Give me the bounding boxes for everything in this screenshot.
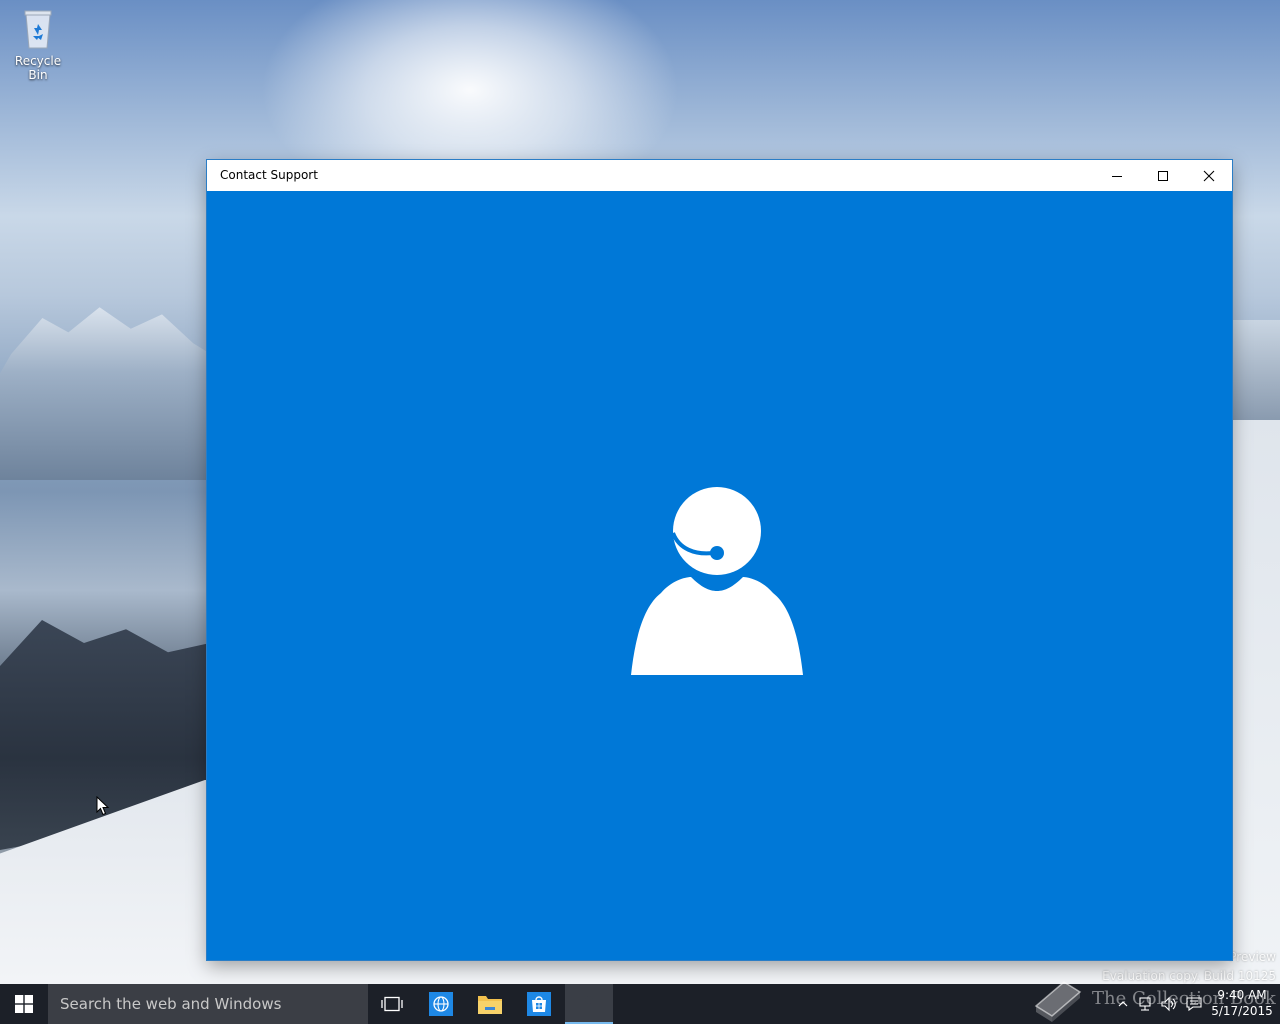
folder-icon (478, 996, 502, 1014)
splash-screen (207, 191, 1232, 960)
recycle-bin-icon (24, 10, 52, 49)
support-icon (585, 996, 593, 1004)
snow-right (1232, 420, 1280, 984)
close-button[interactable] (1186, 160, 1232, 191)
maximize-icon (1158, 170, 1168, 181)
contact-support-window[interactable]: Contact Support (207, 160, 1232, 960)
search-box[interactable]: Search the web and Windows (48, 984, 368, 1024)
mountain-range (0, 307, 240, 480)
taskbar-store[interactable] (515, 984, 563, 1024)
close-icon (1203, 170, 1215, 181)
book-logo-icon (1034, 981, 1082, 1022)
volume-icon (1161, 996, 1176, 1012)
minimize-button[interactable] (1094, 160, 1140, 191)
watermark-line-build: Evaluation copy. Build 10125 (1102, 969, 1276, 983)
desktop-icon-recycle-bin[interactable]: Recycle Bin (4, 8, 72, 82)
chevron-up-icon (1118, 1001, 1128, 1007)
taskbar: Search the web and Windows (0, 984, 1280, 1024)
maximize-button[interactable] (1140, 160, 1186, 191)
clock-time: 9:40 AM (1217, 988, 1267, 1002)
support-agent-headset-icon (631, 487, 803, 675)
taskbar-contact-support[interactable] (565, 984, 613, 1024)
search-placeholder: Search the web and Windows (60, 995, 282, 1013)
task-view-icon (381, 996, 403, 1012)
tray-network[interactable] (1135, 992, 1157, 1016)
store-bag-icon (527, 992, 551, 1016)
taskbar-clock[interactable]: 9:40 AM 5/17/2015 (1210, 987, 1274, 1019)
action-center-icon (1186, 997, 1202, 1012)
desktop-icon-label: Recycle Bin (14, 54, 62, 82)
taskbar-file-explorer[interactable] (466, 984, 514, 1024)
minimize-icon (1112, 175, 1122, 177)
clock-date: 5/17/2015 (1211, 1004, 1273, 1018)
window-titlebar[interactable]: Contact Support (207, 160, 1232, 191)
globe-icon (429, 992, 453, 1016)
start-button[interactable] (0, 984, 48, 1024)
windows-logo-icon (15, 995, 33, 1013)
tray-action-center[interactable] (1183, 992, 1205, 1016)
mouse-cursor-icon (96, 796, 110, 816)
network-icon (1139, 997, 1151, 1011)
tray-show-hidden-icons[interactable] (1112, 992, 1134, 1016)
taskbar-internet-explorer[interactable] (417, 984, 465, 1024)
window-title: Contact Support (220, 168, 318, 182)
tray-volume[interactable] (1158, 992, 1180, 1016)
task-view-button[interactable] (368, 984, 416, 1024)
